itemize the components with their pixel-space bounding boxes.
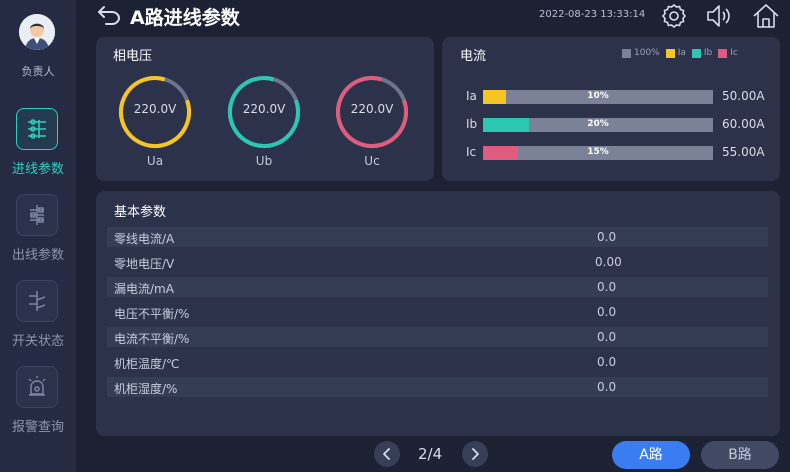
sidebar-item-outgoing[interactable]: 出线参数 (0, 194, 76, 274)
table-row: 电流不平衡/% 0.0 (107, 327, 768, 347)
table-row: 电压不平衡/% 0.0 (107, 302, 768, 322)
current-bar-ic: Ic 15% 55.00A (466, 145, 766, 160)
sidebar-item-alarm[interactable]: 报警查询 (0, 366, 76, 446)
speaker-icon (707, 5, 730, 27)
alarm-icon (16, 366, 58, 408)
param-label: 机柜温度/℃ (114, 357, 180, 371)
param-value: 0.0 (597, 330, 617, 344)
param-label: 漏电流/mA (114, 282, 174, 296)
legend-item: 100% (622, 48, 660, 58)
legend-swatch (622, 48, 631, 58)
sound-button[interactable] (705, 2, 733, 30)
sidebar-item-label: 出线参数 (11, 248, 64, 263)
table-row: 零线电流/A 0.0 (107, 227, 768, 247)
chevron-right-icon (472, 448, 479, 460)
param-value: 0.0 (597, 380, 617, 394)
gauge-value-uc: 220.0V (350, 102, 394, 116)
param-value: 0.0 (597, 305, 617, 319)
switch-status-icon (16, 280, 58, 322)
user-avatar-icon (19, 14, 55, 50)
bar-name: Ib (466, 117, 478, 131)
bar-percent: 10% (587, 91, 609, 101)
route-b-button[interactable]: B路 (701, 441, 779, 469)
table-row: 零地电压/V 0.00 (107, 252, 768, 272)
back-button[interactable] (96, 4, 122, 26)
legend-label: Ic (730, 48, 738, 58)
datetime: 2022-08-23 13:33:14 (539, 9, 646, 20)
gauge-uc: 220.0V (334, 74, 410, 150)
owner-label: 负责人 (21, 65, 55, 78)
gauge-label-ub: Ub (255, 154, 273, 168)
param-label: 电压不平衡/% (114, 307, 190, 321)
param-label: 电流不平衡/% (114, 332, 190, 346)
table-row: 机柜温度/℃ 0.0 (107, 352, 768, 372)
legend-label: 100% (634, 48, 660, 58)
basic-params-title: 基本参数 (114, 205, 167, 220)
current-bar-ib: Ib 20% 60.00A (466, 117, 766, 132)
param-value: 0.0 (597, 230, 617, 244)
legend-item: Ia (665, 48, 686, 58)
sidebar-item-switch-status[interactable]: 开关状态 (0, 280, 76, 360)
bar-track: 20% (483, 118, 713, 132)
legend-label: Ia (677, 48, 686, 58)
phase-voltage-title: 相电压 (113, 49, 153, 64)
bar-percent: 15% (587, 147, 609, 157)
table-row: 机柜湿度/% 0.0 (107, 377, 768, 397)
outgoing-line-icon (16, 194, 58, 236)
bar-current-value: 55.00A (722, 145, 765, 159)
legend-item: Ic (718, 48, 738, 58)
bar-track: 10% (483, 90, 713, 104)
bar-current-value: 50.00A (722, 89, 765, 103)
sidebar-item-label: 进线参数 (11, 162, 64, 177)
param-label: 机柜湿度/% (114, 382, 178, 396)
bar-percent: 20% (587, 119, 609, 129)
param-value: 0.00 (595, 255, 622, 269)
bar-track: 15% (483, 146, 713, 160)
prev-page-button[interactable] (374, 441, 400, 467)
page-title: A路进线参数 (130, 7, 240, 29)
legend-swatch (665, 48, 675, 58)
gauge-value-ub: 220.0V (242, 102, 286, 116)
gauge-ua: 220.0V (117, 74, 193, 150)
next-page-button[interactable] (462, 441, 488, 467)
bar-name: Ic (466, 145, 477, 159)
bar-current-value: 60.00A (722, 117, 765, 131)
current-bar-ia: Ia 10% 50.00A (466, 89, 766, 104)
gear-icon (661, 3, 687, 29)
home-icon (753, 4, 779, 28)
page-indicator: 2/4 (418, 445, 443, 463)
current-legend: 100% Ia Ib Ic (622, 48, 744, 58)
current-title: 电流 (460, 49, 487, 64)
route-a-button[interactable]: A路 (612, 441, 690, 469)
gauge-ub: 220.0V (226, 74, 302, 150)
legend-item: Ib (691, 48, 713, 58)
param-label: 零地电压/V (114, 257, 175, 271)
legend-swatch (718, 48, 728, 58)
table-row: 漏电流/mA 0.0 (107, 277, 768, 297)
settings-button[interactable] (660, 2, 688, 30)
bar-name: Ia (466, 89, 477, 103)
sidebar-item-label: 开关状态 (11, 334, 64, 349)
gauge-label-ua: Ua (146, 154, 164, 168)
home-button[interactable] (752, 2, 780, 30)
back-arrow-icon (98, 6, 120, 25)
param-label: 零线电流/A (114, 232, 175, 246)
legend-label: Ib (703, 48, 713, 58)
legend-swatch (691, 48, 701, 58)
sidebar-item-incoming[interactable]: 进线参数 (0, 108, 76, 188)
chevron-left-icon (383, 448, 390, 460)
sidebar-item-label: 报警查询 (11, 420, 64, 435)
param-value: 0.0 (597, 355, 617, 369)
gauge-label-uc: Uc (364, 154, 380, 168)
gauge-value-ua: 220.0V (133, 102, 177, 116)
param-value: 0.0 (597, 280, 617, 294)
incoming-line-icon (16, 108, 58, 150)
sidebar: 负责人 进线参数 出线参数 开关状态 报警查询 (0, 0, 76, 472)
avatar[interactable] (19, 14, 55, 50)
